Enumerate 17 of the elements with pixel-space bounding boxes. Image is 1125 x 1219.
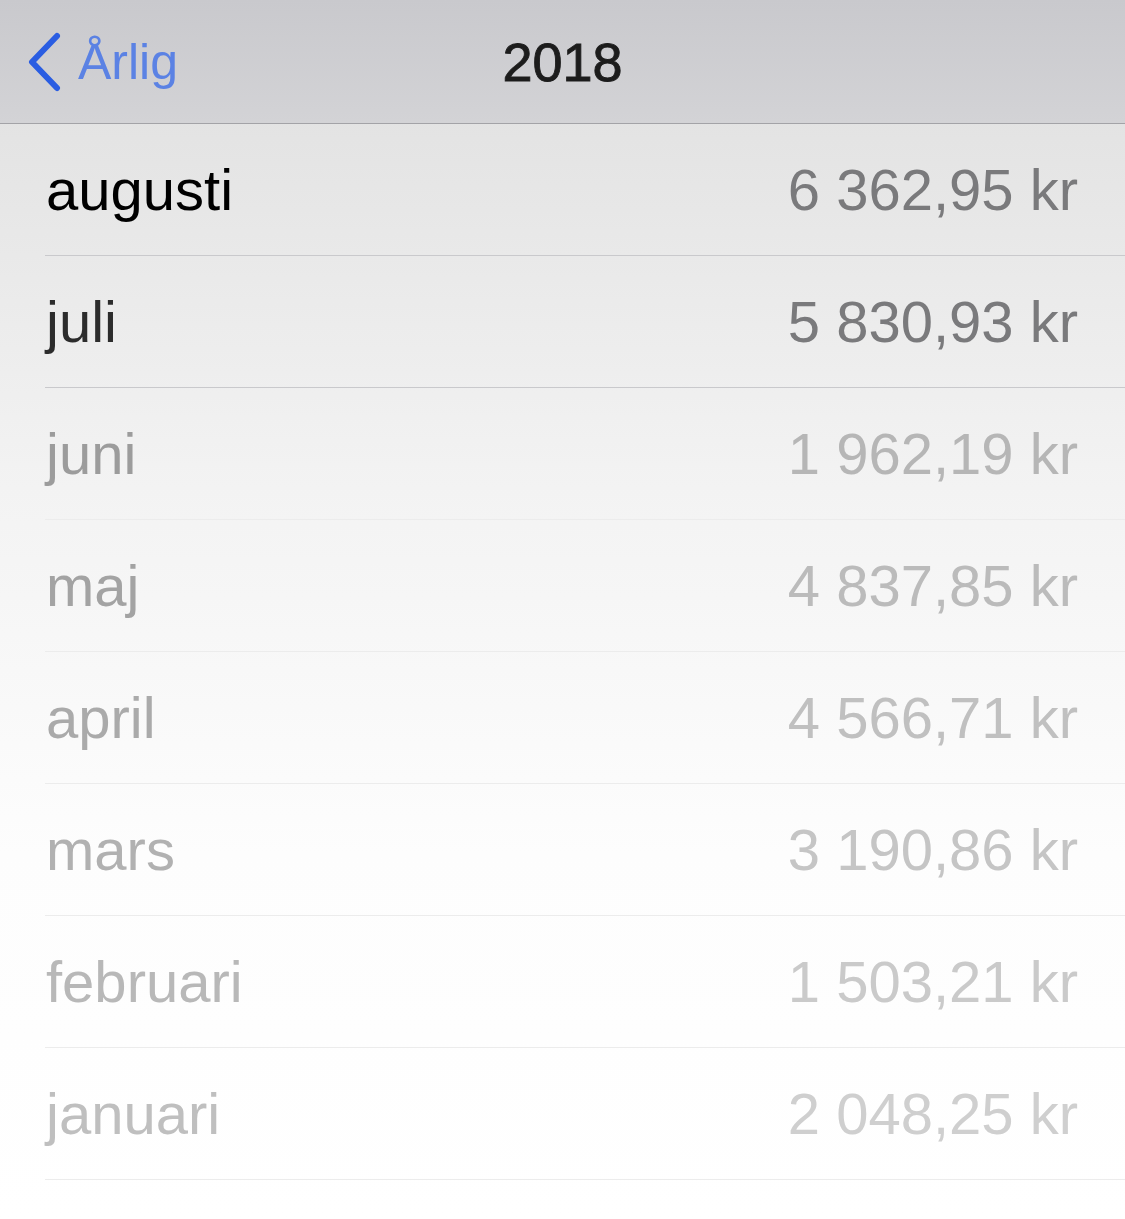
nav-title: 2018 xyxy=(502,30,623,93)
amount-text: 1 962,19 kr xyxy=(787,420,1078,487)
month-label: mars xyxy=(46,816,175,883)
chevron-left-icon xyxy=(26,31,62,92)
month-label: augusti xyxy=(46,156,234,223)
month-label: juni xyxy=(46,420,137,487)
month-label: juli xyxy=(46,288,117,355)
amount-text: 3 190,86 kr xyxy=(787,816,1078,883)
amount-text: 4 837,85 kr xyxy=(787,552,1078,619)
month-label: januari xyxy=(46,1080,221,1147)
month-label: februari xyxy=(46,948,243,1015)
amount-text: 4 566,71 kr xyxy=(787,684,1078,751)
amount-text: 6 362,95 kr xyxy=(787,156,1078,223)
back-button[interactable]: Årlig xyxy=(0,16,185,107)
amount-text: 5 830,93 kr xyxy=(787,288,1078,355)
month-label: maj xyxy=(46,552,140,619)
month-label: april xyxy=(46,684,156,751)
